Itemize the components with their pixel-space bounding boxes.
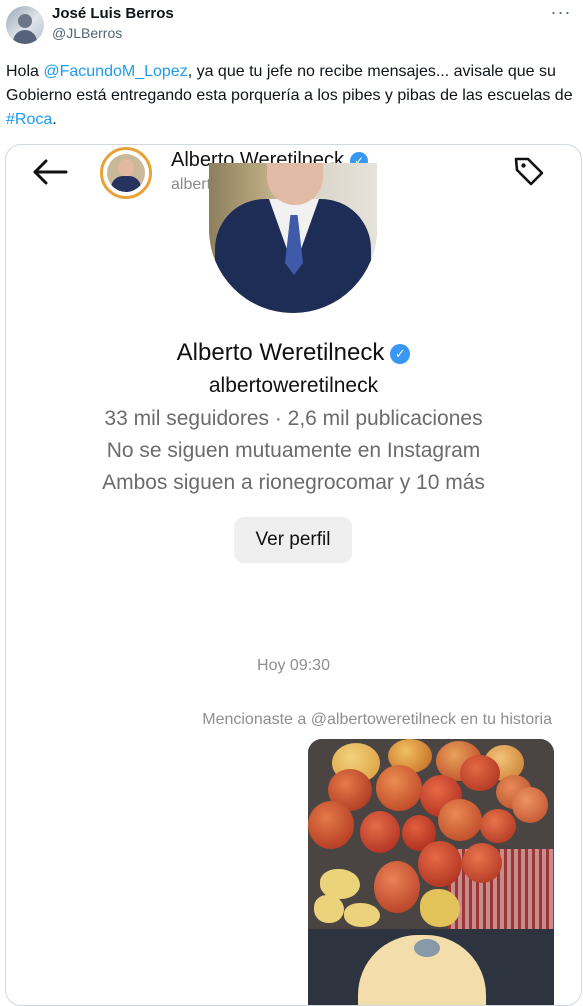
profile-handle: albertoweretilneck xyxy=(208,374,379,397)
tweet-header: José Luis Berros @JLBerros ··· xyxy=(0,0,583,52)
avatar[interactable] xyxy=(6,6,44,44)
view-profile-button[interactable]: Ver perfil xyxy=(234,517,352,563)
profile-name: Alberto Weretilneck ✓ xyxy=(6,339,581,367)
author-handle[interactable]: @JLBerros xyxy=(52,25,122,41)
tag-icon[interactable] xyxy=(511,153,547,189)
mutual-followers: Ambos siguen a rionegrocomar y 10 más xyxy=(102,471,485,494)
verified-icon: ✓ xyxy=(390,343,411,364)
message-timestamp: Hoy 09:30 xyxy=(257,657,330,674)
back-arrow-icon[interactable] xyxy=(30,155,70,189)
profile-name-text: Alberto Weretilneck xyxy=(176,339,385,366)
tweet-text-part: . xyxy=(52,111,57,128)
story-image[interactable] xyxy=(308,739,554,1005)
profile-stats: 33 mil seguidores · 2,6 mil publicacione… xyxy=(104,407,483,430)
story-mention-note: Mencionaste a @albertoweretilneck en tu … xyxy=(202,711,552,728)
more-icon[interactable]: ··· xyxy=(548,3,574,24)
profile-photo[interactable] xyxy=(209,163,377,313)
author-name[interactable]: José Luis Berros xyxy=(52,5,174,22)
hashtag-link[interactable]: #Roca xyxy=(6,111,52,128)
tweet-media-screenshot[interactable]: Alberto Weretilneck ✓ alberto weretilneck … xyxy=(5,144,582,1006)
tweet-text-part: Hola xyxy=(6,63,44,80)
tweet-text: Hola @FacundoM_Lopez, ya que tu jefe no … xyxy=(6,60,576,132)
ig-header-avatar[interactable] xyxy=(100,147,152,199)
mention-link[interactable]: @FacundoM_Lopez xyxy=(43,63,187,80)
follow-status: No se siguen mutuamente en Instagram xyxy=(106,439,481,462)
